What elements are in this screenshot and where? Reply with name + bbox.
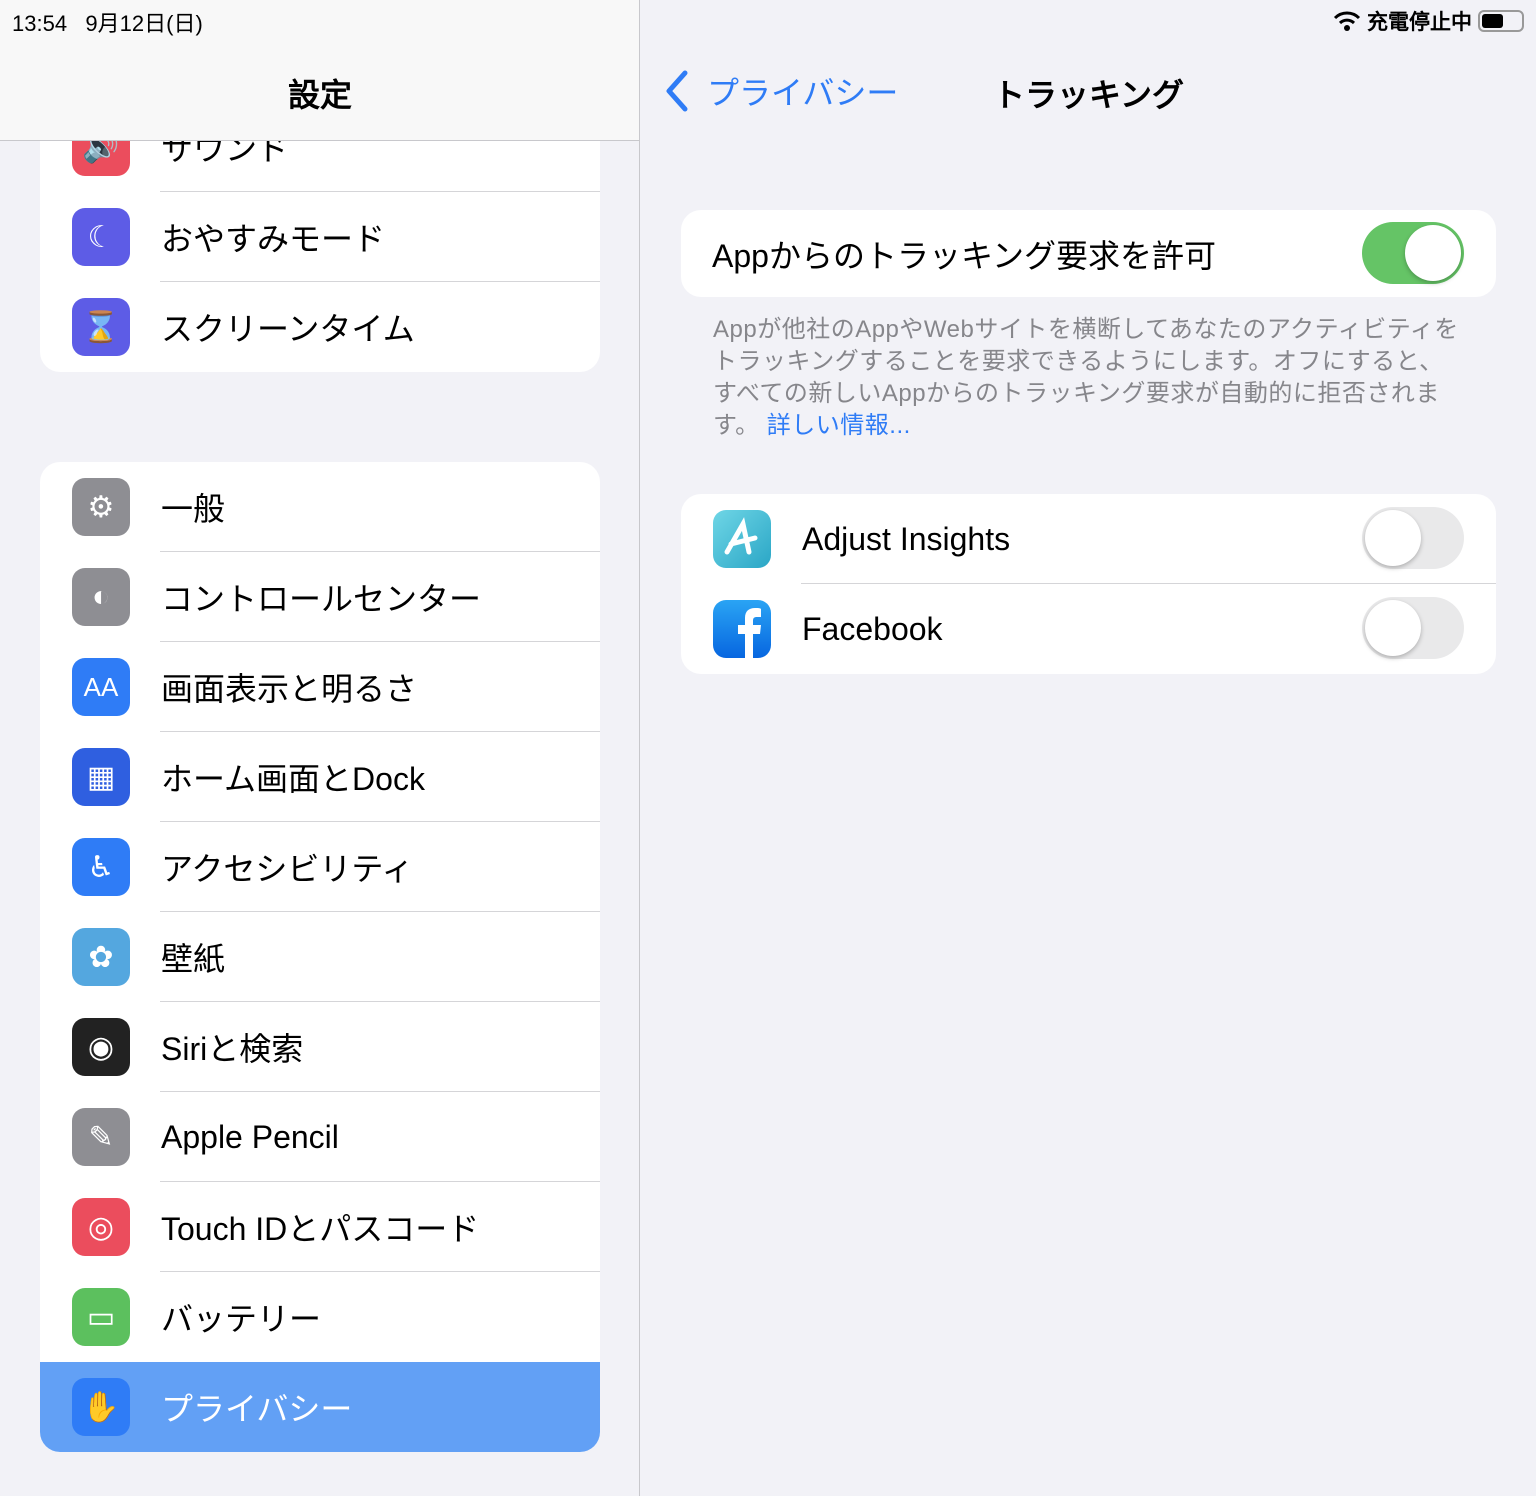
- tracking-footer: Appが他社のAppやWebサイトを横断してあなたのアクティビティをトラッキング…: [713, 316, 1459, 439]
- sidebar-item[interactable]: ◎ Touch IDとパスコード: [40, 1182, 600, 1272]
- wifi-icon: [1333, 11, 1361, 31]
- sidebar-item[interactable]: ♿ アクセシビリティ: [40, 822, 600, 912]
- app-row-facebook: Facebook: [681, 584, 1496, 674]
- hourglass-icon: ⌛: [72, 298, 130, 356]
- settings-group-2: ⚙ 一般 ◐ コントロールセンター AA 画面表示と明るさ ▦ ホーム画面とDock ♿ アクセシ…: [40, 462, 600, 1452]
- sidebar-item[interactable]: ▦ ホーム画面とDock: [40, 732, 600, 822]
- adjust-app-icon: [713, 510, 771, 568]
- tracking-detail: 充電停止中 プライバシー トラッキング Appからのトラッキング要求を許可 Ap…: [641, 0, 1536, 1496]
- sidebar-item-label: 一般: [161, 491, 226, 527]
- switches-icon: ◐: [72, 568, 130, 626]
- allow-tracking-toggle[interactable]: [1362, 222, 1464, 284]
- home-grid-icon: ▦: [72, 748, 130, 806]
- sidebar-item[interactable]: ✎ Apple Pencil: [40, 1092, 600, 1182]
- sidebar-item[interactable]: ✿ 壁紙: [40, 912, 600, 1002]
- status-right: 充電停止中: [1333, 6, 1524, 36]
- sidebar-item[interactable]: ✋ プライバシー: [40, 1362, 600, 1452]
- fingerprint-icon: ◎: [72, 1198, 130, 1256]
- sidebar-item[interactable]: ⌛ スクリーンタイム: [40, 282, 600, 372]
- siri-icon: ◉: [72, 1018, 130, 1076]
- facebook-app-icon: [713, 600, 771, 658]
- sidebar-item-label: コントロールセンター: [161, 581, 482, 617]
- sidebar-header: 13:54 9月12日(日) 設定: [0, 0, 639, 141]
- sidebar-item-label: Siriと検索: [161, 1031, 304, 1067]
- sidebar-item-label: プライバシー: [161, 1391, 353, 1427]
- battery-icon: ▭: [72, 1288, 130, 1346]
- sidebar-item[interactable]: AA 画面表示と明るさ: [40, 642, 600, 732]
- battery-icon: [1478, 10, 1524, 32]
- sidebar-item-label: スクリーンタイム: [161, 311, 415, 347]
- facebook-tracking-toggle[interactable]: [1362, 597, 1464, 659]
- sidebar-item[interactable]: ◉ Siriと検索: [40, 1002, 600, 1092]
- sidebar-item[interactable]: ◐ コントロールセンター: [40, 552, 600, 642]
- sidebar-item-label: 壁紙: [161, 941, 226, 977]
- text-size-icon: AA: [72, 658, 130, 716]
- charging-status: 充電停止中: [1367, 11, 1472, 34]
- sidebar-item-label: おやすみモード: [161, 221, 386, 257]
- apps-card: Adjust Insights Facebook: [681, 494, 1496, 674]
- learn-more-link[interactable]: 詳しい情報...: [767, 412, 911, 439]
- moon-icon: ☾: [72, 208, 130, 266]
- sidebar-item-label: 画面表示と明るさ: [161, 671, 418, 707]
- adjust-tracking-toggle[interactable]: [1362, 507, 1464, 569]
- flower-icon: ✿: [72, 928, 130, 986]
- pencil-icon: ✎: [72, 1108, 130, 1166]
- sidebar-item-label: Apple Pencil: [161, 1118, 339, 1155]
- sidebar-item[interactable]: ☾ おやすみモード: [40, 192, 600, 282]
- sidebar-item[interactable]: ▭ バッテリー: [40, 1272, 600, 1362]
- settings-group-1: 🔊 サウンド ☾ おやすみモード ⌛ スクリーンタイム: [40, 102, 600, 372]
- gear-icon: ⚙: [72, 478, 130, 536]
- app-name: Facebook: [802, 610, 943, 647]
- accessibility-icon: ♿: [72, 838, 130, 896]
- sidebar-item[interactable]: ⚙ 一般: [40, 462, 600, 552]
- status-time: 13:54 9月12日(日): [12, 11, 203, 36]
- sidebar-item-label: Touch IDとパスコード: [161, 1211, 480, 1247]
- hand-icon: ✋: [72, 1378, 130, 1436]
- sidebar-item-label: アクセシビリティ: [161, 851, 414, 887]
- page-title: トラッキング: [992, 77, 1185, 113]
- sidebar-item-label: バッテリー: [161, 1301, 322, 1337]
- app-row-adjust: Adjust Insights: [681, 494, 1496, 584]
- settings-sidebar: 13:54 9月12日(日) 設定 🔊 サウンド ☾ おやすみモード ⌛ スクリーンタイム…: [0, 0, 640, 1496]
- allow-tracking-label: Appからのトラッキング要求を許可: [712, 237, 1216, 274]
- allow-tracking-card: Appからのトラッキング要求を許可: [681, 210, 1496, 297]
- app-name: Adjust Insights: [802, 520, 1011, 557]
- sidebar-title: 設定: [287, 77, 352, 113]
- sidebar-item-label: ホーム画面とDock: [161, 761, 425, 797]
